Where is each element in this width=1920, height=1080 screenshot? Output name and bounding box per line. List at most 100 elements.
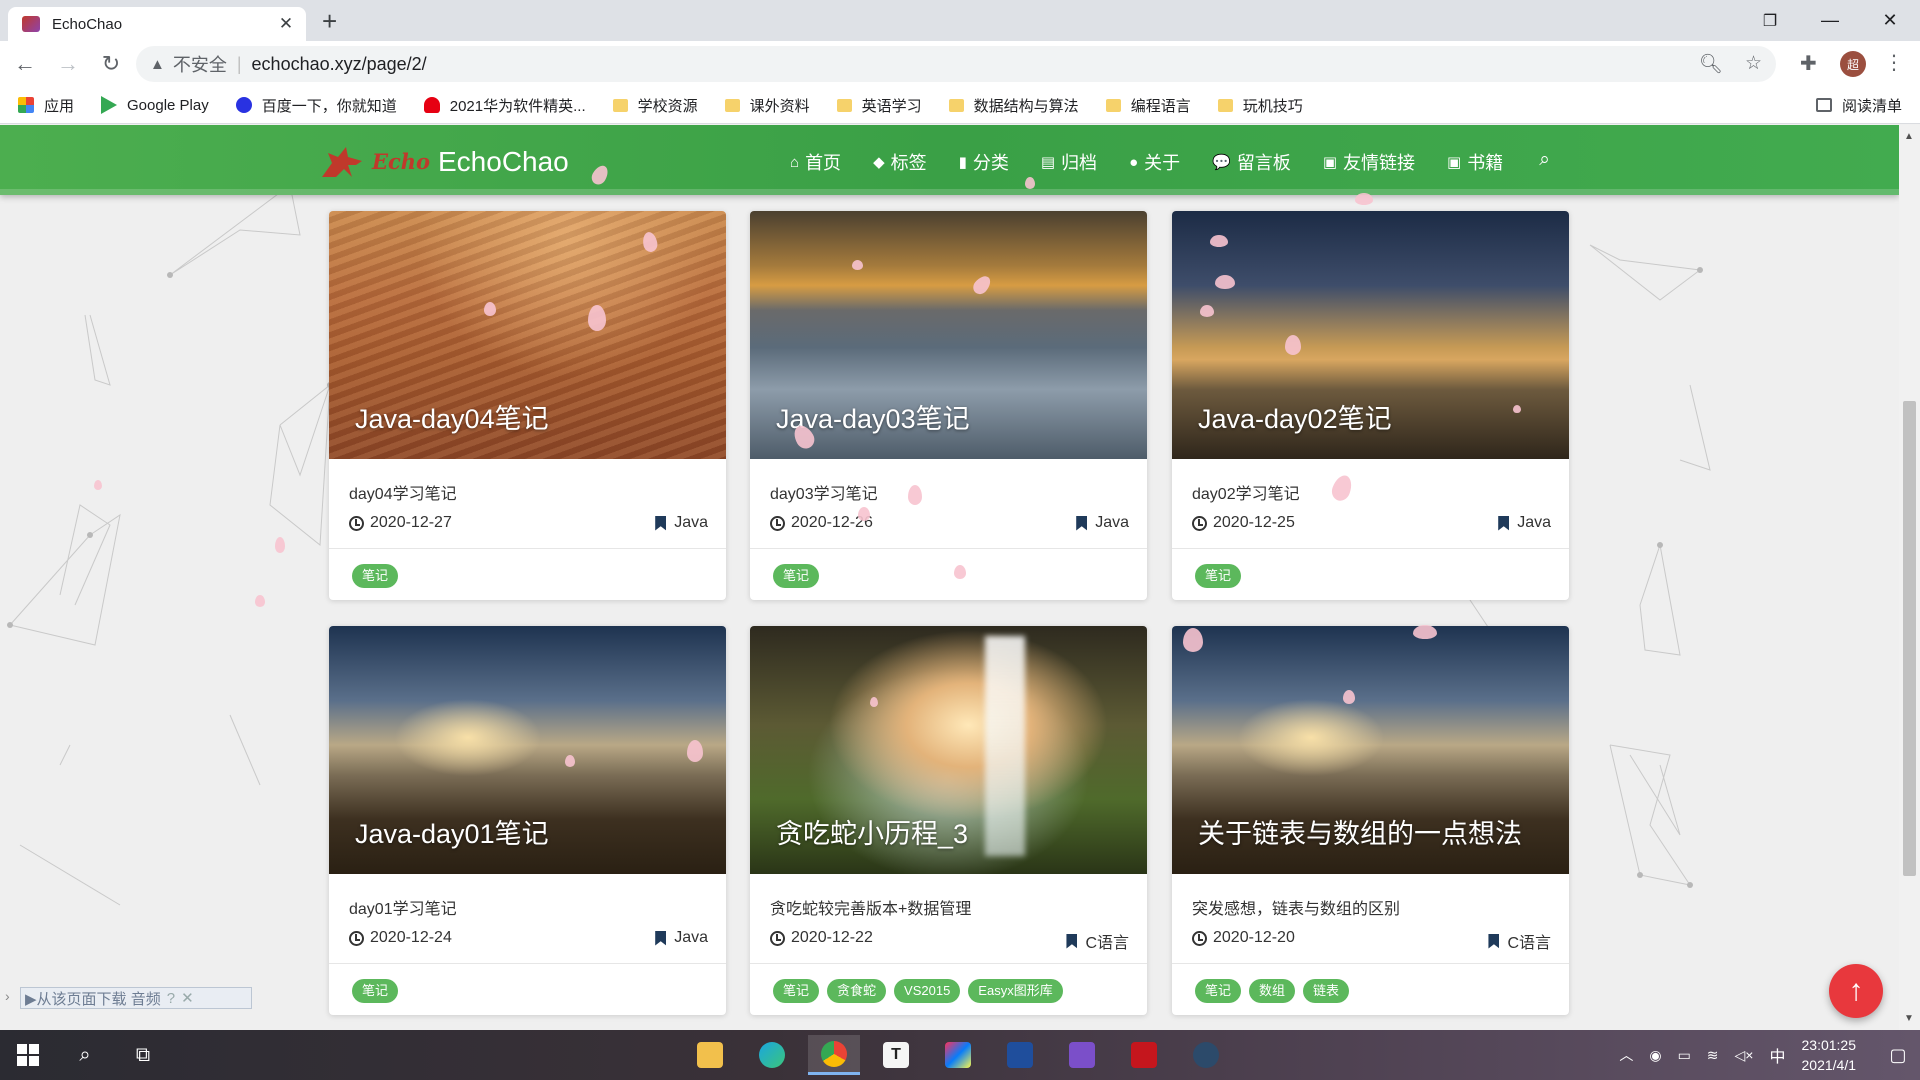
cat-app[interactable] <box>1180 1035 1232 1075</box>
browser-menu-icon[interactable]: ⋮ <box>1884 50 1904 75</box>
reading-list-button[interactable]: 阅读清单 <box>1815 95 1902 116</box>
scrollbar-thumb[interactable] <box>1903 401 1916 876</box>
extensions-puzzle-icon[interactable]: ✚ <box>1800 51 1817 76</box>
profile-avatar[interactable]: 超 <box>1840 51 1866 77</box>
back-to-top-button[interactable]: ↑ <box>1829 964 1883 1018</box>
post-title[interactable]: Java-day04笔记 <box>355 397 549 436</box>
post-category[interactable]: C语言 <box>1066 929 1129 953</box>
post-tag[interactable]: 笔记 <box>1195 979 1242 1003</box>
post-tag[interactable]: 笔记 <box>352 564 399 588</box>
post-tag[interactable]: 贪食蛇 <box>827 979 887 1003</box>
nav-item[interactable]: ● 关于 <box>1129 149 1180 175</box>
intellij-app[interactable] <box>932 1035 984 1075</box>
bookmark-item[interactable]: 英语学习 <box>836 95 922 116</box>
bookmark-item[interactable]: 百度一下，你就知道 <box>235 95 397 116</box>
help-icon[interactable]: ? <box>167 990 175 1007</box>
chevron-right-icon[interactable]: › <box>5 988 10 1004</box>
nav-item[interactable]: 💬 留言板 <box>1212 149 1291 175</box>
window-close-button[interactable]: ✕ <box>1860 0 1920 41</box>
visual-studio-app[interactable] <box>1056 1035 1108 1075</box>
nav-item[interactable]: ▣ 友情链接 <box>1323 149 1415 175</box>
window-maximize-button[interactable]: ❐ <box>1740 0 1800 41</box>
security-status[interactable]: 不安全 <box>173 51 227 77</box>
post-tag[interactable]: 笔记 <box>352 979 399 1003</box>
petal-decoration <box>687 740 703 762</box>
nav-item[interactable]: ◆ 标签 <box>873 149 927 175</box>
bookmark-item[interactable]: 学校资源 <box>612 95 698 116</box>
nav-item[interactable]: ⌂ 首页 <box>790 149 841 175</box>
post-category[interactable]: Java <box>655 514 708 532</box>
bookmark-item[interactable]: 编程语言 <box>1105 95 1191 116</box>
search-icon[interactable]: ⌕ <box>1539 149 1550 175</box>
post-title[interactable]: Java-day02笔记 <box>1198 397 1392 436</box>
post-tag[interactable]: VS2015 <box>894 979 961 1003</box>
new-tab-button[interactable]: + <box>322 8 337 34</box>
address-url[interactable]: echochao.xyz/page/2/ <box>252 54 427 75</box>
acrobat-app[interactable] <box>1118 1035 1170 1075</box>
task-view-icon[interactable]: ⧉ <box>114 1030 172 1080</box>
window-minimize-button[interactable]: — <box>1800 0 1860 41</box>
site-logo[interactable]: Echo <box>318 143 430 179</box>
bookmark-item[interactable]: 数据结构与算法 <box>948 95 1079 116</box>
typora-app[interactable]: T <box>870 1035 922 1075</box>
post-tag[interactable]: 数组 <box>1249 979 1296 1003</box>
book-icon: ▣ <box>1447 154 1462 171</box>
notification-icon[interactable]: ▢ <box>1876 1030 1920 1080</box>
bookmark-item[interactable]: 2021华为软件精英... <box>423 95 586 116</box>
download-bar-label[interactable]: ▶从该页面下载 音频 <box>25 988 161 1009</box>
chevron-up-icon[interactable]: ︿ <box>1619 1045 1633 1065</box>
devcpp-app[interactable] <box>994 1035 1046 1075</box>
file-explorer-app[interactable] <box>684 1035 736 1075</box>
post-card[interactable]: Java-day02笔记 day02学习笔记 2020-12-25 Java 笔记 <box>1172 211 1569 600</box>
page-scrollbar[interactable]: ▲ ▼ <box>1899 125 1920 1030</box>
system-clock[interactable]: 23:01:25 2021/4/1 <box>1802 1035 1857 1075</box>
bookmark-item[interactable]: 应用 <box>18 95 74 116</box>
edge-app[interactable] <box>746 1035 798 1075</box>
post-card[interactable]: 贪吃蛇小历程_3 贪吃蛇较完善版本+数据管理 2020-12-22 C语言 笔记 贪食蛇 V… <box>750 626 1147 1015</box>
post-title[interactable]: 贪吃蛇小历程_3 <box>776 812 968 851</box>
back-arrow-icon[interactable]: ← <box>7 46 43 82</box>
post-card[interactable]: Java-day03笔记 day03学习笔记 2020-12-26 Java 笔记 <box>750 211 1147 600</box>
post-category[interactable]: Java <box>1498 514 1551 532</box>
search-icon[interactable]: ⌕ <box>56 1030 114 1080</box>
reload-icon[interactable]: ↻ <box>93 46 129 82</box>
bookmark-item[interactable]: 课外资料 <box>724 95 810 116</box>
wifi-icon[interactable]: ≋ <box>1707 1047 1719 1064</box>
battery-icon[interactable]: ▭ <box>1678 1047 1691 1064</box>
scroll-down-arrow-icon[interactable]: ▼ <box>1904 1013 1914 1024</box>
post-card[interactable]: 关于链表与数组的一点想法 突发感想，链表与数组的区别 2020-12-20 C语言 笔记… <box>1172 626 1569 1015</box>
ime-indicator[interactable]: 中 <box>1769 1043 1785 1067</box>
post-title[interactable]: Java-day01笔记 <box>355 812 549 851</box>
start-button[interactable] <box>0 1030 56 1080</box>
bookmark-item[interactable]: Google Play <box>101 96 209 114</box>
nav-item[interactable]: ▣ 书籍 <box>1447 149 1503 175</box>
browser-tab[interactable]: EchoChao ✕ <box>8 7 306 41</box>
audio-download-bar[interactable]: ▶从该页面下载 音频 ? ✕ <box>20 987 252 1009</box>
post-tag[interactable]: 笔记 <box>773 564 820 588</box>
site-name[interactable]: EchoChao <box>438 146 569 178</box>
post-category[interactable]: Java <box>1076 514 1129 532</box>
address-bar[interactable]: ▲ 不安全 | echochao.xyz/page/2/ 🔍︎ ☆ <box>136 46 1776 82</box>
post-tag[interactable]: 笔记 <box>773 979 820 1003</box>
scroll-up-arrow-icon[interactable]: ▲ <box>1904 131 1914 142</box>
post-tag[interactable]: 笔记 <box>1195 564 1242 588</box>
nav-item[interactable]: ▮ 分类 <box>959 149 1009 175</box>
post-tag[interactable]: Easyx图形库 <box>968 979 1063 1003</box>
post-tag[interactable]: 链表 <box>1303 979 1350 1003</box>
nav-item[interactable]: ▤ 归档 <box>1041 149 1097 175</box>
volume-mute-icon[interactable]: ◁× <box>1735 1047 1754 1064</box>
warning-triangle-icon[interactable]: ▲ <box>150 56 165 73</box>
bookmark-star-icon[interactable]: ☆ <box>1745 52 1762 76</box>
chrome-app[interactable] <box>808 1035 860 1075</box>
bookmark-item[interactable]: 玩机技巧 <box>1217 95 1303 116</box>
post-card[interactable]: Java-day01笔记 day01学习笔记 2020-12-24 Java 笔记 <box>329 626 726 1015</box>
qq-icon[interactable]: ◉ <box>1649 1047 1661 1064</box>
tab-close-icon[interactable]: ✕ <box>276 14 296 34</box>
post-category[interactable]: Java <box>655 929 708 947</box>
forward-arrow-icon[interactable]: → <box>50 46 86 82</box>
close-icon[interactable]: ✕ <box>181 989 194 1007</box>
post-title[interactable]: 关于链表与数组的一点想法 <box>1198 812 1522 851</box>
post-category[interactable]: C语言 <box>1488 929 1551 953</box>
zoom-icon[interactable]: 🔍︎ <box>1699 52 1723 76</box>
post-card[interactable]: Java-day04笔记 day04学习笔记 2020-12-27 Java 笔记 <box>329 211 726 600</box>
